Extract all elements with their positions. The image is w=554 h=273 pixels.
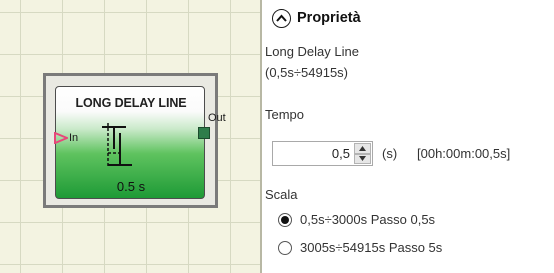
radio-button-selected[interactable] — [278, 212, 292, 227]
chevron-up-circle-icon[interactable] — [272, 8, 291, 28]
panel-title: Proprietà — [297, 10, 361, 26]
output-port-label: Out — [208, 112, 226, 124]
tempo-formatted: [00h:00m:00,5s] — [417, 146, 511, 161]
tempo-stepper[interactable]: 0,5 — [272, 141, 373, 166]
block-description: Long Delay Line — [265, 44, 359, 59]
block-time-value: 0.5 s — [116, 179, 146, 194]
triangle-up-icon[interactable] — [354, 143, 371, 154]
input-port-label: In — [69, 132, 79, 144]
scala-label: Scala — [265, 187, 298, 202]
tempo-value[interactable]: 0,5 — [332, 146, 350, 161]
radio-button[interactable] — [278, 240, 292, 255]
scala-option-label: 3005s÷54915s Passo 5s — [300, 240, 443, 255]
stepper-buttons — [354, 143, 371, 164]
output-port-icon[interactable] — [198, 127, 210, 139]
tempo-unit: (s) — [382, 146, 398, 161]
radio-dot — [281, 215, 289, 224]
block-title: LONG DELAY LINE — [75, 96, 187, 110]
triangle-down-icon[interactable] — [354, 153, 371, 164]
long-delay-line-block[interactable]: LONG DELAY LINE In 0.5 s — [55, 86, 205, 199]
tempo-label: Tempo — [265, 107, 305, 122]
scala-option-2[interactable]: 3005s÷54915s Passo 5s — [278, 240, 442, 255]
scala-option-label: 0,5s÷3000s Passo 0,5s — [300, 212, 436, 227]
delay-symbol-icon — [102, 123, 132, 167]
properties-panel: Proprietà Long Delay Line (0,5s÷54915s) … — [262, 0, 554, 273]
scala-option-1[interactable]: 0,5s÷3000s Passo 0,5s — [278, 212, 435, 227]
panel-header: Proprietà — [272, 6, 361, 30]
block-range: (0,5s÷54915s) — [265, 65, 349, 80]
input-port-icon[interactable] — [54, 132, 68, 144]
